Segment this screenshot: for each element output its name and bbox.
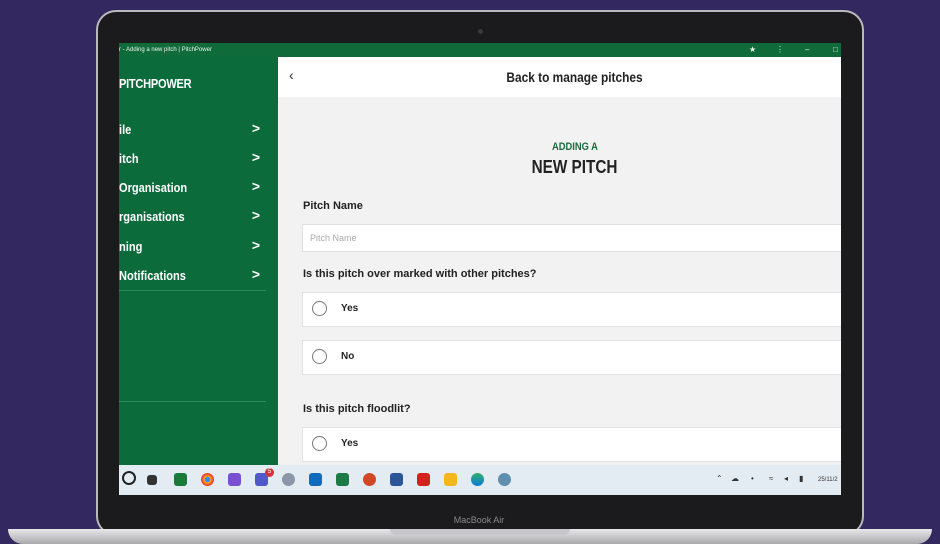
sidebar-item-organisation[interactable]: Organisation > xyxy=(119,174,266,203)
floodlit-question: Is this pitch floodlit? xyxy=(303,403,411,415)
search-icon[interactable] xyxy=(122,471,136,485)
main-content: ‹ Back to manage pitches ADDING A NEW PI… xyxy=(278,57,841,465)
pitch-name-field-wrapper xyxy=(302,224,841,252)
option-label: Yes xyxy=(341,303,359,314)
option-label: Yes xyxy=(341,438,359,449)
kebab-menu-icon[interactable]: ⋮ xyxy=(776,43,784,57)
chevron-right-icon: > xyxy=(251,207,260,223)
sidebar-item-profile[interactable]: ile > xyxy=(119,116,266,145)
chevron-right-icon: > xyxy=(251,237,260,253)
pin-icon[interactable]: ★ xyxy=(749,43,756,57)
overmarked-option-yes[interactable]: Yes xyxy=(302,292,841,327)
outlook-icon[interactable] xyxy=(309,473,322,486)
camera xyxy=(478,29,483,34)
option-label: No xyxy=(341,351,355,362)
screen: r - Adding a new pitch | PitchPower ★ ⋮ … xyxy=(119,43,841,495)
window-title: r - Adding a new pitch | PitchPower xyxy=(119,47,212,53)
radio-unchecked-icon[interactable] xyxy=(312,436,327,451)
sidebar-item-label: rganisations xyxy=(119,209,185,224)
sidebar-item-label: Organisation xyxy=(119,180,188,195)
restore-icon[interactable]: □ xyxy=(833,43,838,57)
radio-unchecked-icon[interactable] xyxy=(312,301,327,316)
chevron-right-icon: > xyxy=(251,120,260,136)
overmarked-question: Is this pitch over marked with other pit… xyxy=(303,268,537,280)
floodlit-option-yes[interactable]: Yes xyxy=(302,427,841,462)
chrome-icon[interactable] xyxy=(201,473,214,486)
sidebar-divider xyxy=(119,290,266,291)
chevron-right-icon: > xyxy=(251,178,260,194)
page-title: NEW PITCH xyxy=(531,157,618,177)
battery-icon[interactable]: ▮ xyxy=(799,474,803,483)
sidebar-item-label: ning xyxy=(119,239,143,254)
back-to-manage-pitches-link[interactable]: Back to manage pitches xyxy=(322,69,826,85)
minimize-icon[interactable]: – xyxy=(805,43,809,57)
cloud-icon[interactable]: ☁ xyxy=(731,474,739,483)
pitch-name-label: Pitch Name xyxy=(303,200,363,212)
app-green-icon[interactable] xyxy=(174,473,187,486)
taskbar: 5 ⌃ ☁ • ≈ ◂ ▮ 25/11/2 xyxy=(119,465,841,495)
settings-icon[interactable] xyxy=(282,473,295,486)
chevron-right-icon: > xyxy=(251,266,260,282)
app-logo: PITCHPOWER xyxy=(119,76,192,91)
edge-icon[interactable] xyxy=(471,473,484,486)
app-globe-icon[interactable] xyxy=(498,473,511,486)
notification-badge: 5 xyxy=(265,468,274,477)
sidebar-item-label: ile xyxy=(119,122,132,137)
topbar: ‹ Back to manage pitches xyxy=(278,57,841,97)
powerpoint-icon[interactable] xyxy=(363,473,376,486)
sidebar-item-label: Notifications xyxy=(119,268,186,283)
app-purple-icon[interactable] xyxy=(228,473,241,486)
chevron-up-icon[interactable]: ⌃ xyxy=(716,474,723,483)
clock-date[interactable]: 25/11/2 xyxy=(818,477,838,483)
sidebar-divider xyxy=(119,401,266,402)
sidebar-item-notifications[interactable]: Notifications > xyxy=(119,262,266,291)
overmarked-option-no[interactable]: No xyxy=(302,340,841,375)
microphone-icon[interactable]: • xyxy=(751,474,754,483)
back-icon[interactable]: ‹ xyxy=(289,67,294,83)
sidebar-item-planning[interactable]: ning > xyxy=(119,233,266,262)
word-icon[interactable] xyxy=(390,473,403,486)
sidebar-item-organisations[interactable]: rganisations > xyxy=(119,203,266,232)
window-titlebar: r - Adding a new pitch | PitchPower ★ ⋮ … xyxy=(119,43,841,57)
page-subtitle: ADDING A xyxy=(551,141,598,153)
wifi-icon[interactable]: ≈ xyxy=(769,474,773,483)
chevron-right-icon: > xyxy=(251,149,260,165)
file-explorer-icon[interactable] xyxy=(444,473,457,486)
acrobat-icon[interactable] xyxy=(417,473,430,486)
excel-icon[interactable] xyxy=(336,473,349,486)
volume-icon[interactable]: ◂ xyxy=(784,474,788,483)
sidebar-item-pitch[interactable]: itch > xyxy=(119,145,266,174)
task-view-icon[interactable] xyxy=(147,475,157,485)
sidebar: PITCHPOWER ile > itch > Organisation > r… xyxy=(119,57,278,465)
laptop-notch xyxy=(390,529,570,535)
pitch-name-input[interactable] xyxy=(303,225,837,251)
sidebar-item-label: itch xyxy=(119,151,139,166)
radio-unchecked-icon[interactable] xyxy=(312,349,327,364)
